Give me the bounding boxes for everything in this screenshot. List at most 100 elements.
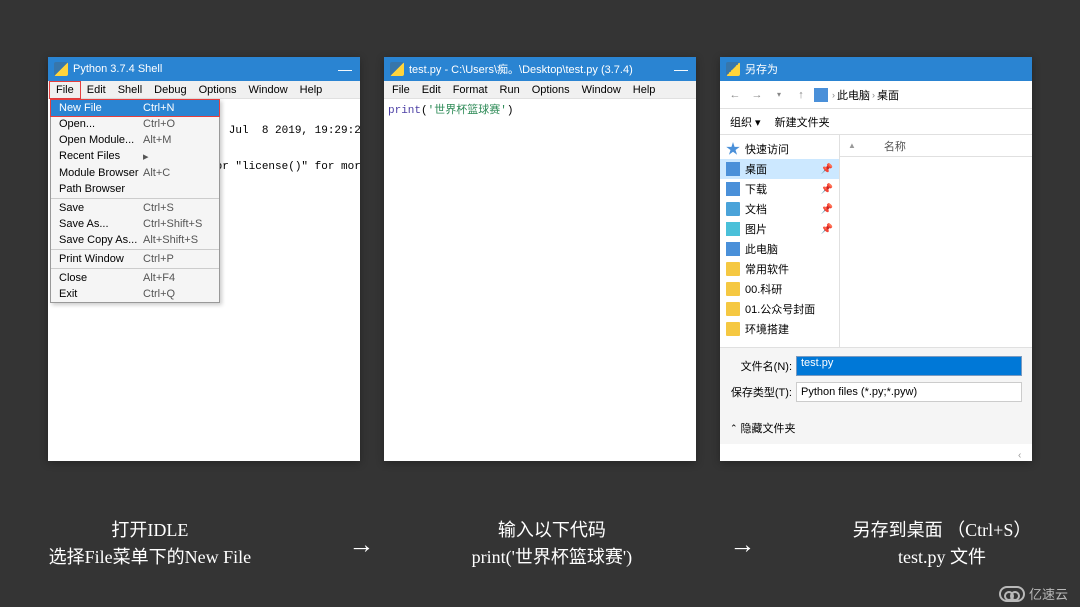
pin-icon: 📌 [821,184,833,195]
tree-this-pc[interactable]: 此电脑 [720,239,839,259]
folder-icon [726,282,740,296]
menu-options[interactable]: Options [193,82,243,98]
tree-quick-access[interactable]: 快速访问 [720,139,839,159]
toolbar: 组织 ▾ 新建文件夹 [720,109,1032,135]
filename-label: 文件名(N): [730,358,792,374]
nav-up-icon[interactable]: ↑ [792,86,810,104]
window-title: Python 3.7.4 Shell [73,63,162,75]
menu-edit[interactable]: Edit [416,82,447,98]
menu-format[interactable]: Format [447,82,494,98]
menu-file[interactable]: File [49,81,81,99]
editor-window: test.py - C:\Users\痴。\Desktop\test.py (3… [384,57,696,461]
menu-exit[interactable]: ExitCtrl+Q [51,286,219,302]
download-icon [726,182,740,196]
menu-run[interactable]: Run [494,82,526,98]
python-icon [726,62,740,76]
star-icon [726,142,740,156]
titlebar[interactable]: 另存为 [720,57,1032,81]
sort-icon: ▲ [848,141,856,150]
window-title: 另存为 [745,61,778,77]
folder-icon [726,302,740,316]
chevron-icon: ⌃ [730,423,738,434]
menu-new-file[interactable]: New FileCtrl+N [50,99,220,117]
pc-icon [726,242,740,256]
breadcrumb[interactable]: › 此电脑 › 桌面 [814,87,899,103]
menu-module-browser[interactable]: Module BrowserAlt+C [51,165,219,181]
menu-help[interactable]: Help [627,82,662,98]
tree-pictures[interactable]: 图片📌 [720,219,839,239]
pc-icon [814,88,828,102]
pin-icon: 📌 [821,164,833,175]
tree-desktop[interactable]: 桌面📌 [720,159,839,179]
captions-row: 打开IDLE 选择File菜单下的New File → 输入以下代码 print… [0,517,1080,571]
filetype-select[interactable]: Python files (*.py;*.pyw) [796,382,1022,402]
menu-print-window[interactable]: Print WindowCtrl+P [51,251,219,269]
document-icon [726,202,740,216]
filetype-label: 保存类型(T): [730,384,792,400]
hide-folders-toggle[interactable]: ⌃隐藏文件夹 [730,420,1022,436]
menu-open-module[interactable]: Open Module...Alt+M [51,132,219,148]
menu-shell[interactable]: Shell [112,82,148,98]
menu-window[interactable]: Window [576,82,627,98]
arrow-icon: → [729,529,755,560]
scroll-left-icon[interactable]: ‹ [1018,450,1032,461]
minimize-button[interactable]: — [666,57,696,81]
desktop-icon [726,162,740,176]
menu-open[interactable]: Open...Ctrl+O [51,116,219,132]
code-area[interactable]: print('世界杯篮球赛') [384,99,696,461]
tree-folder[interactable]: 常用软件 [720,259,839,279]
tree-downloads[interactable]: 下载📌 [720,179,839,199]
menu-help[interactable]: Help [294,82,329,98]
menubar: File Edit Format Run Options Window Help [384,81,696,99]
menu-file[interactable]: File [386,82,416,98]
folder-tree[interactable]: 快速访问 桌面📌 下载📌 文档📌 图片📌 此电脑 常用软件 00.科研 01.公… [720,135,840,347]
menu-save[interactable]: SaveCtrl+S [51,200,219,216]
window-title: test.py - C:\Users\痴。\Desktop\test.py (3… [409,61,633,77]
logo-text: 亿速云 [1029,584,1068,603]
folder-icon [726,322,740,336]
nav-fwd-icon[interactable]: → [748,86,766,104]
file-list[interactable]: ▲名称 ‹ [840,135,1032,347]
titlebar[interactable]: test.py - C:\Users\痴。\Desktop\test.py (3… [384,57,696,81]
menu-window[interactable]: Window [243,82,294,98]
caption-2: 输入以下代码 print('世界杯篮球赛') [472,517,632,571]
column-headers[interactable]: ▲名称 [840,135,1032,157]
pin-icon: 📌 [821,224,833,235]
cloud-icon [999,586,1025,602]
tree-folder[interactable]: 00.科研 [720,279,839,299]
titlebar[interactable]: Python 3.7.4 Shell — [48,57,360,81]
picture-icon [726,222,740,236]
python-icon [390,62,404,76]
menu-save-as[interactable]: Save As...Ctrl+Shift+S [51,216,219,232]
menu-options[interactable]: Options [526,82,576,98]
python-icon [54,62,68,76]
nav-recent-icon[interactable]: ▾ [770,86,788,104]
menubar: File Edit Shell Debug Options Window Hel… [48,81,360,99]
menu-recent-files[interactable]: Recent Files▸ [51,148,219,165]
arrow-icon: → [348,529,374,560]
minimize-button[interactable]: — [330,57,360,81]
pin-icon: 📌 [821,204,833,215]
python-shell-window: Python 3.7.4 Shell — File Edit Shell Deb… [48,57,360,461]
tree-documents[interactable]: 文档📌 [720,199,839,219]
folder-icon [726,262,740,276]
logo: 亿速云 [999,584,1068,603]
save-as-dialog: 另存为 ← → ▾ ↑ › 此电脑 › 桌面 组织 ▾ 新建文件夹 快速访问 桌… [720,57,1032,461]
save-form: 文件名(N): test.py 保存类型(T): Python files (*… [720,347,1032,444]
tree-folder[interactable]: 环境搭建 [720,319,839,339]
new-folder-button[interactable]: 新建文件夹 [775,114,830,130]
tree-folder[interactable]: 01.公众号封面 [720,299,839,319]
menu-edit[interactable]: Edit [81,82,112,98]
menu-path-browser[interactable]: Path Browser [51,181,219,199]
menu-close[interactable]: CloseAlt+F4 [51,270,219,286]
nav-back-icon[interactable]: ← [726,86,744,104]
organize-button[interactable]: 组织 ▾ [730,114,761,130]
caption-1: 打开IDLE 选择File菜单下的New File [49,517,252,571]
paren: ) [507,105,514,117]
menu-debug[interactable]: Debug [148,82,192,98]
caption-3: 另存到桌面 （Ctrl+S） test.py 文件 [853,517,1032,571]
menu-save-copy-as[interactable]: Save Copy As...Alt+Shift+S [51,232,219,250]
nav-bar: ← → ▾ ↑ › 此电脑 › 桌面 [720,81,1032,109]
paren: ( [421,105,428,117]
filename-input[interactable]: test.py [796,356,1022,376]
